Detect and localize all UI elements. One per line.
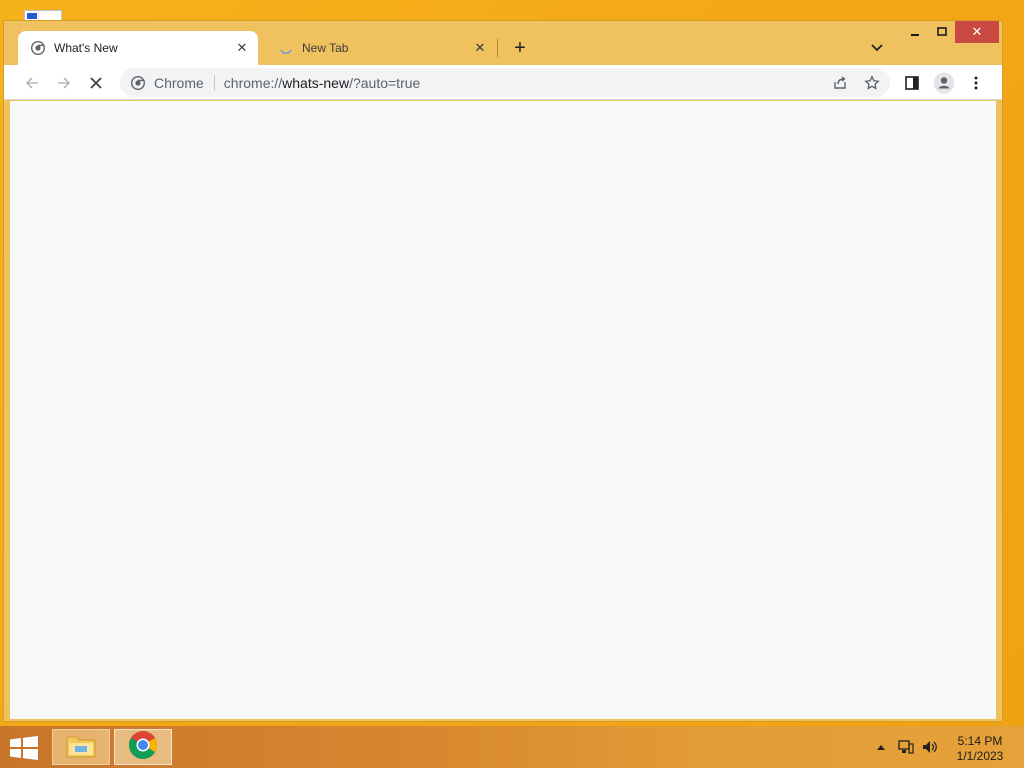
browser-toolbar: Chrome chrome://whats-new/?auto=true [4,65,1002,100]
loading-spinner-icon [278,40,294,56]
clock-time: 5:14 PM [957,734,1003,748]
tab-title: New Tab [302,41,349,55]
clock-date: 1/1/2023 [956,749,1004,763]
share-icon[interactable] [826,69,854,97]
profile-avatar-icon[interactable] [930,69,958,97]
tab-separator [497,39,498,57]
file-explorer-taskbar-button[interactable] [52,729,110,765]
minimize-button[interactable] [902,21,928,43]
folder-icon [65,731,97,764]
tab-title: What's New [54,41,118,55]
three-dot-menu-icon[interactable] [962,69,990,97]
close-window-button[interactable]: ✕ [955,21,999,43]
omnibox-divider [213,74,215,91]
forward-arrow-icon[interactable] [50,69,78,97]
maximize-button[interactable] [929,21,955,43]
stop-loading-icon[interactable] [82,69,110,97]
volume-icon[interactable] [920,738,940,756]
tab-strip: What's New ✕ New Tab ✕ + ✕ [4,21,1002,65]
page-content [10,101,996,719]
bookmark-star-icon[interactable] [858,69,886,97]
close-tab-icon[interactable]: ✕ [232,38,252,58]
taskbar-clock[interactable]: 5:14 PM 1/1/2023 [944,734,1016,764]
show-hidden-icons-icon[interactable] [873,738,889,756]
side-panel-icon[interactable] [898,69,926,97]
taskbar [0,726,1024,768]
tab-search-chevron-icon[interactable] [864,35,890,61]
tab-whats-new[interactable]: What's New ✕ [18,31,258,65]
new-tab-button[interactable]: + [507,35,533,61]
address-bar[interactable]: Chrome chrome://whats-new/?auto=true [120,68,890,97]
url-scheme: chrome:// [223,74,283,91]
windows-start-icon[interactable] [10,736,38,760]
close-tab-icon[interactable]: ✕ [470,38,490,58]
url-text[interactable]: chrome://whats-new/?auto=true [224,75,826,91]
chrome-logo-icon [130,75,146,91]
chrome-logo-icon [30,40,46,56]
chrome-taskbar-button[interactable] [114,729,172,765]
chrome-logo-icon [128,730,158,765]
site-chip[interactable]: Chrome [154,75,204,91]
url-path: /?auto=true [349,74,421,91]
tab-new-tab[interactable]: New Tab ✕ [266,31,496,65]
back-arrow-icon[interactable] [18,69,46,97]
url-host: whats-new [282,74,350,91]
chrome-window: What's New ✕ New Tab ✕ + ✕ Chrome chrome… [3,20,1003,722]
network-icon[interactable] [896,738,916,756]
